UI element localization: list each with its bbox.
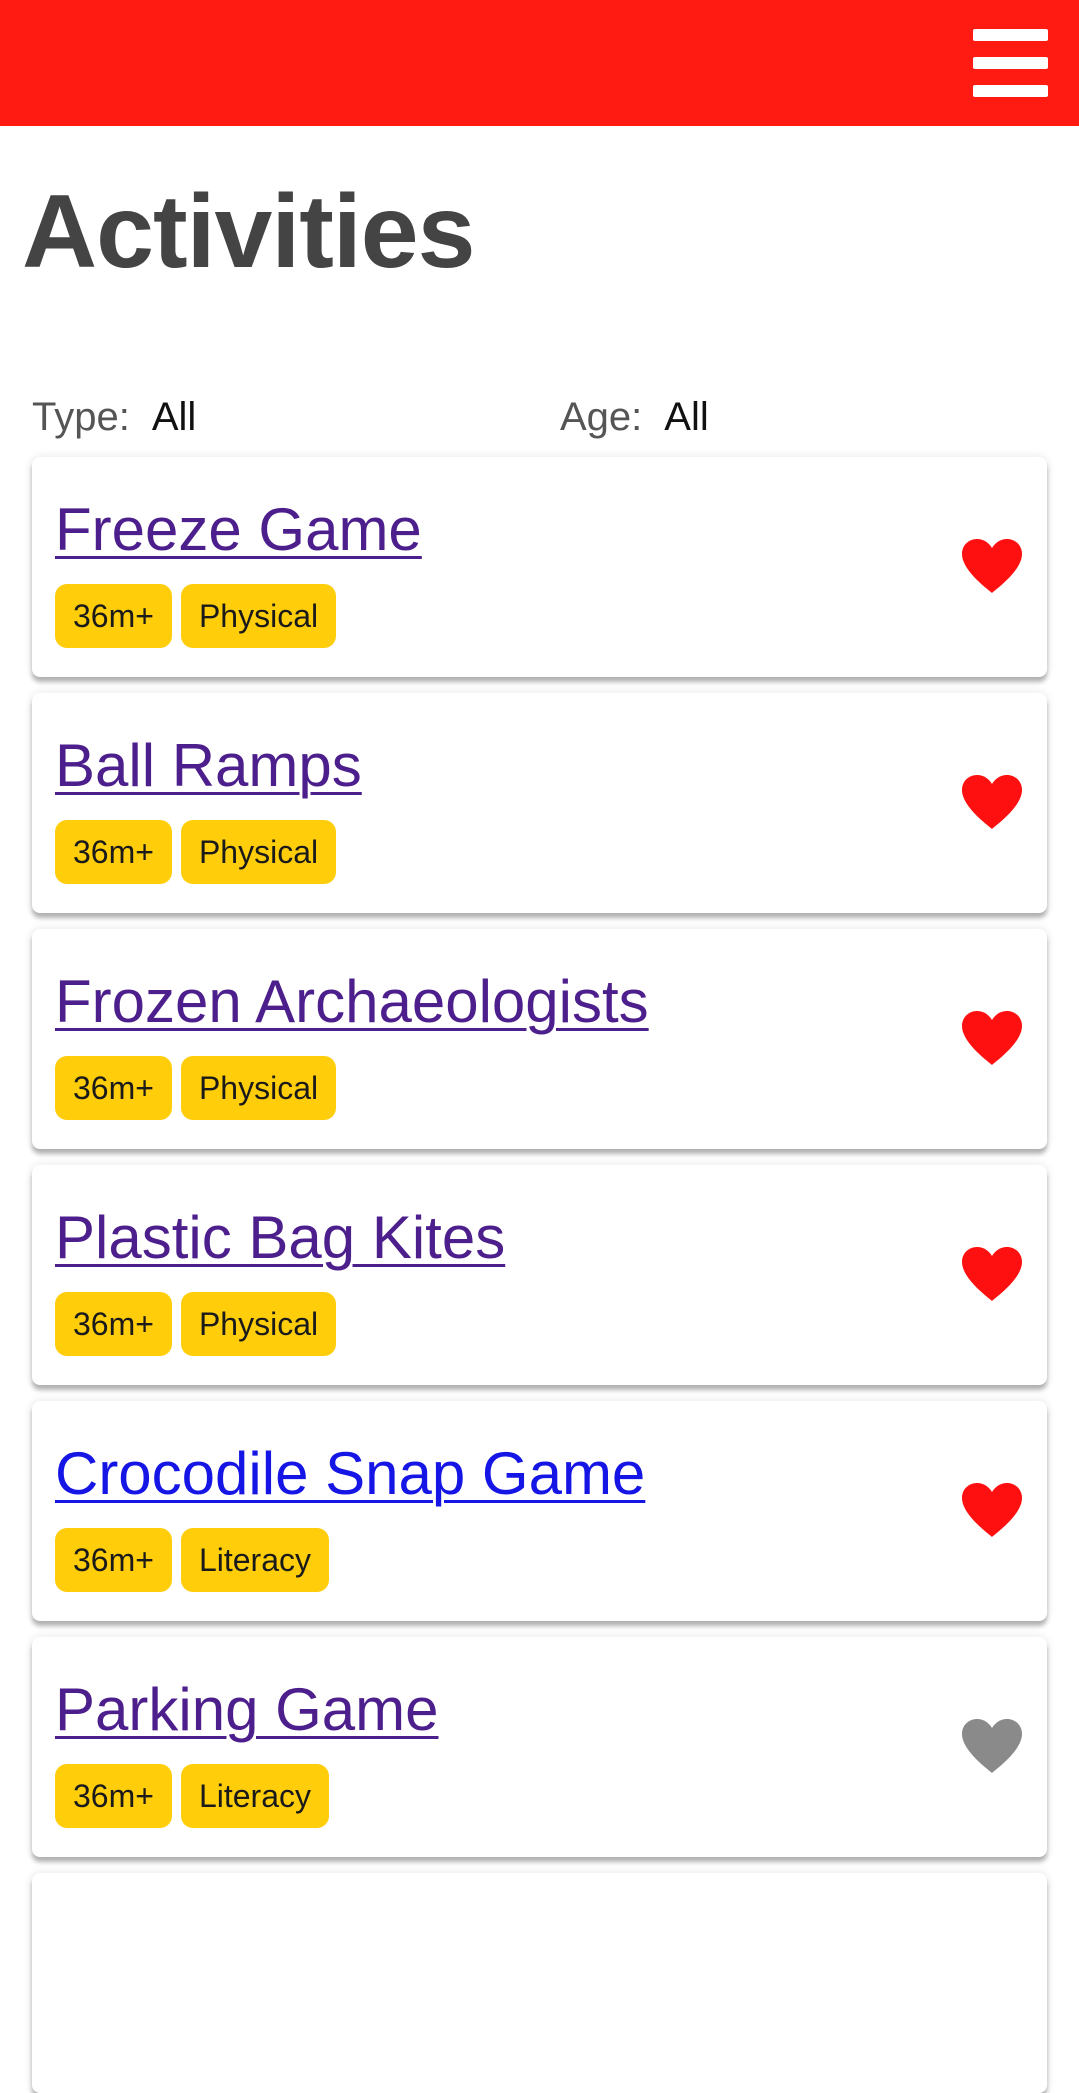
tag-list: 36m+ Physical (55, 584, 337, 648)
activity-title-link[interactable]: Freeze Game (55, 495, 422, 565)
age-filter: Age: All (560, 392, 709, 442)
activity-card: Frozen Archaeologists 36m+ Physical (32, 929, 1047, 1149)
activity-card: Parking Game 36m+ Literacy (32, 1637, 1047, 1857)
tag-list: 36m+ Physical (55, 820, 337, 884)
type-tag: Physical (180, 1292, 337, 1356)
age-filter-label: Age: (560, 395, 643, 439)
age-tag: 36m+ (55, 1528, 172, 1592)
page-title: Activities (22, 174, 475, 290)
activity-card (32, 1873, 1047, 2093)
activity-card: Ball Ramps 36m+ Physical (32, 693, 1047, 913)
activity-title-link[interactable]: Parking Game (55, 1675, 439, 1745)
age-tag: 36m+ (55, 584, 172, 648)
favorite-heart-icon[interactable] (959, 1481, 1025, 1539)
activity-card: Freeze Game 36m+ Physical (32, 457, 1047, 677)
type-tag: Physical (180, 584, 337, 648)
activity-card: Plastic Bag Kites 36m+ Physical (32, 1165, 1047, 1385)
activity-title-link[interactable]: Plastic Bag Kites (55, 1203, 505, 1273)
age-tag: 36m+ (55, 820, 172, 884)
type-filter-select[interactable]: All (152, 395, 196, 439)
favorite-heart-icon[interactable] (959, 1245, 1025, 1303)
menu-line (973, 57, 1048, 69)
hamburger-menu-icon[interactable] (973, 29, 1048, 97)
type-filter-label: Type: (32, 395, 130, 439)
favorite-heart-icon[interactable] (959, 1717, 1025, 1775)
menu-line (973, 29, 1048, 41)
favorite-heart-icon[interactable] (959, 773, 1025, 831)
activity-title-link[interactable]: Ball Ramps (55, 731, 362, 801)
type-tag: Literacy (180, 1528, 329, 1592)
menu-line (973, 85, 1048, 97)
activity-card: Crocodile Snap Game 36m+ Literacy (32, 1401, 1047, 1621)
tag-list: 36m+ Physical (55, 1292, 337, 1356)
favorite-heart-icon[interactable] (959, 1009, 1025, 1067)
favorite-heart-icon[interactable] (959, 537, 1025, 595)
activity-title-link[interactable]: Crocodile Snap Game (55, 1439, 645, 1509)
activity-title-link[interactable]: Frozen Archaeologists (55, 967, 649, 1037)
tag-list: 36m+ Physical (55, 1056, 337, 1120)
type-tag: Literacy (180, 1764, 329, 1828)
type-tag: Physical (180, 820, 337, 884)
age-filter-select[interactable]: All (664, 395, 708, 439)
type-filter: Type: All (32, 392, 196, 442)
tag-list: 36m+ Literacy (55, 1764, 329, 1828)
filter-bar: Type: All Age: All (32, 392, 1042, 442)
age-tag: 36m+ (55, 1292, 172, 1356)
age-tag: 36m+ (55, 1056, 172, 1120)
top-bar (0, 0, 1079, 126)
tag-list: 36m+ Literacy (55, 1528, 329, 1592)
age-tag: 36m+ (55, 1764, 172, 1828)
type-tag: Physical (180, 1056, 337, 1120)
